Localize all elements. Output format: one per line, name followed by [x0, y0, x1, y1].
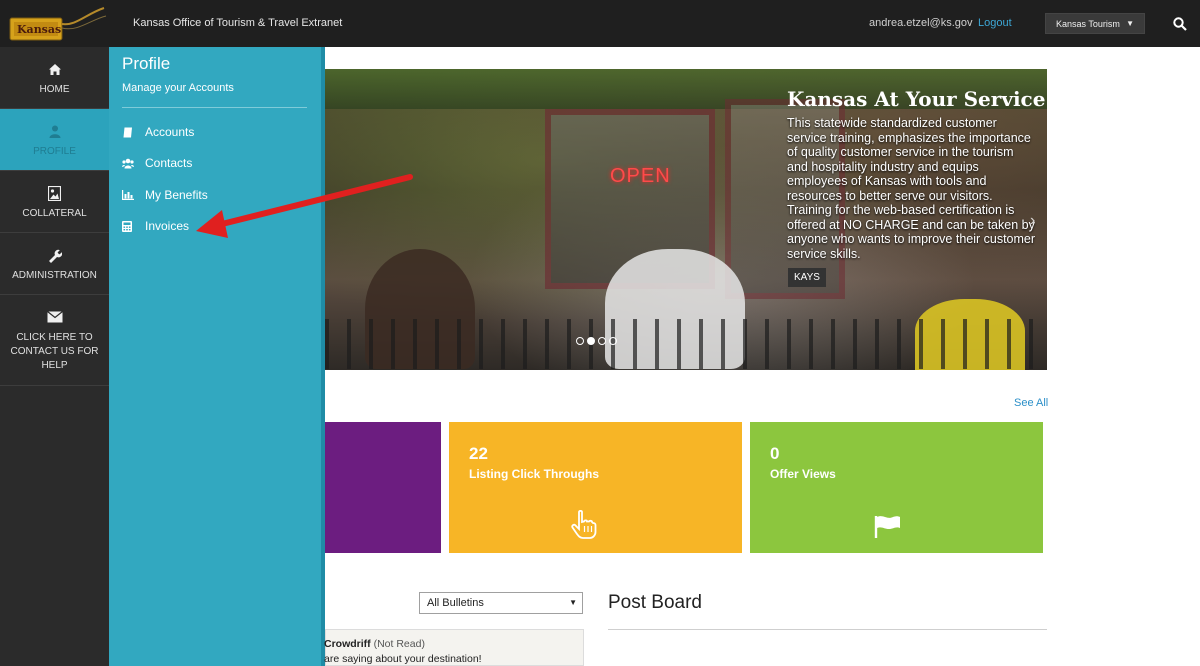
panel-link-contacts[interactable]: Contacts: [122, 154, 192, 172]
nav-administration-label: ADMINISTRATION: [12, 269, 97, 281]
hero-photo-railing: [325, 319, 1047, 369]
hero-title: Kansas At Your Service: [787, 87, 1046, 111]
svg-text:Kansas: Kansas: [17, 23, 61, 36]
carousel-indicators: [576, 337, 617, 345]
bulletin-item-title[interactable]: Crowdriff (Not Read): [324, 638, 425, 650]
bulletin-filter-select[interactable]: All Bulletins ▼: [419, 592, 583, 614]
panel-link-accounts[interactable]: Accounts: [122, 123, 194, 141]
user-icon: [49, 123, 61, 141]
stat-label: Listing Click Throughs: [469, 467, 600, 481]
bulletin-read-state: (Not Read): [373, 638, 425, 650]
profile-flyout-panel: Profile Manage your Accounts Accounts Co…: [109, 47, 325, 666]
nav-profile-label: PROFILE: [33, 145, 76, 157]
caret-down-icon: ▼: [569, 598, 577, 607]
open-sign: OPEN: [610, 165, 671, 187]
stat-value: 22: [469, 444, 488, 463]
chevron-right-icon[interactable]: ›: [1030, 212, 1035, 230]
bulletin-source: Crowdriff: [324, 638, 371, 650]
carousel-dot[interactable]: [598, 337, 606, 345]
left-nav: HOME PROFILE COLLATERAL ADMINISTRATION C…: [0, 47, 109, 666]
panel-link-my-benefits[interactable]: My Benefits: [122, 186, 208, 204]
wrench-icon: [47, 247, 62, 265]
book-icon: [122, 126, 134, 138]
hero-tag[interactable]: KAYS: [788, 268, 826, 287]
image-icon: [48, 185, 61, 203]
nav-home[interactable]: HOME: [0, 47, 109, 109]
top-bar: Kansas Kansas Office of Tourism & Travel…: [0, 0, 1200, 47]
hero-carousel[interactable]: OPEN Kansas At Your Service This statewi…: [325, 69, 1047, 370]
bulletin-filter-value: All Bulletins: [427, 597, 484, 609]
calculator-icon: [122, 220, 134, 232]
stat-tile-offer-views[interactable]: 0 Offer Views: [750, 422, 1043, 553]
main-content: OPEN Kansas At Your Service This statewi…: [324, 47, 1200, 666]
nav-collateral[interactable]: COLLATERAL: [0, 171, 109, 233]
bar-chart-icon: [122, 189, 134, 201]
panel-link-label: Contacts: [145, 156, 193, 170]
home-icon: [48, 61, 62, 79]
bulletin-item-text: are saying about your destination!: [324, 653, 482, 665]
kansas-logo[interactable]: Kansas: [8, 6, 108, 42]
envelope-icon: [46, 308, 63, 326]
panel-title: Profile: [122, 54, 171, 73]
post-board-divider: [608, 629, 1047, 630]
hand-pointer-icon: [571, 509, 597, 545]
nav-contact-help-label: CLICK HERE TO CONTACT US FOR HELP: [10, 331, 99, 371]
stat-label: Offer Views: [770, 467, 836, 481]
account-select-value: Kansas Tourism: [1056, 19, 1120, 29]
flag-icon: [873, 514, 901, 543]
site-title: Kansas Office of Tourism & Travel Extran…: [133, 17, 343, 29]
stat-value: 0: [770, 444, 780, 463]
stat-tile-purple[interactable]: [325, 422, 441, 553]
logout-link[interactable]: Logout: [978, 17, 1012, 29]
see-all-link[interactable]: See All: [1014, 397, 1048, 409]
panel-link-label: Accounts: [145, 125, 195, 139]
panel-link-invoices[interactable]: Invoices: [122, 217, 189, 235]
carousel-dot[interactable]: [609, 337, 617, 345]
caret-down-icon: ▼: [1126, 19, 1134, 28]
panel-link-label: My Benefits: [145, 188, 208, 202]
nav-collateral-label: COLLATERAL: [22, 207, 87, 219]
search-icon: [1173, 16, 1187, 31]
panel-divider: [122, 107, 307, 108]
users-icon: [122, 157, 134, 169]
carousel-dot[interactable]: [576, 337, 584, 345]
stat-tile-listing-click-throughs[interactable]: 22 Listing Click Throughs: [449, 422, 742, 553]
nav-administration[interactable]: ADMINISTRATION: [0, 233, 109, 295]
panel-link-label: Invoices: [145, 219, 190, 233]
account-select[interactable]: Kansas Tourism ▼: [1045, 13, 1145, 34]
bulletin-list: Crowdriff (Not Read) are saying about yo…: [324, 629, 584, 666]
hero-body: This statewide standardized customer ser…: [787, 116, 1036, 261]
carousel-dot-active[interactable]: [587, 337, 595, 345]
post-board-title: Post Board: [608, 592, 702, 613]
search-button[interactable]: [1160, 0, 1200, 47]
nav-contact-help[interactable]: CLICK HERE TO CONTACT US FOR HELP: [0, 295, 109, 386]
user-email: andrea.etzel@ks.gov: [869, 17, 973, 29]
nav-home-label: HOME: [39, 83, 70, 95]
nav-profile[interactable]: PROFILE: [0, 109, 109, 171]
panel-subtitle: Manage your Accounts: [122, 82, 234, 94]
